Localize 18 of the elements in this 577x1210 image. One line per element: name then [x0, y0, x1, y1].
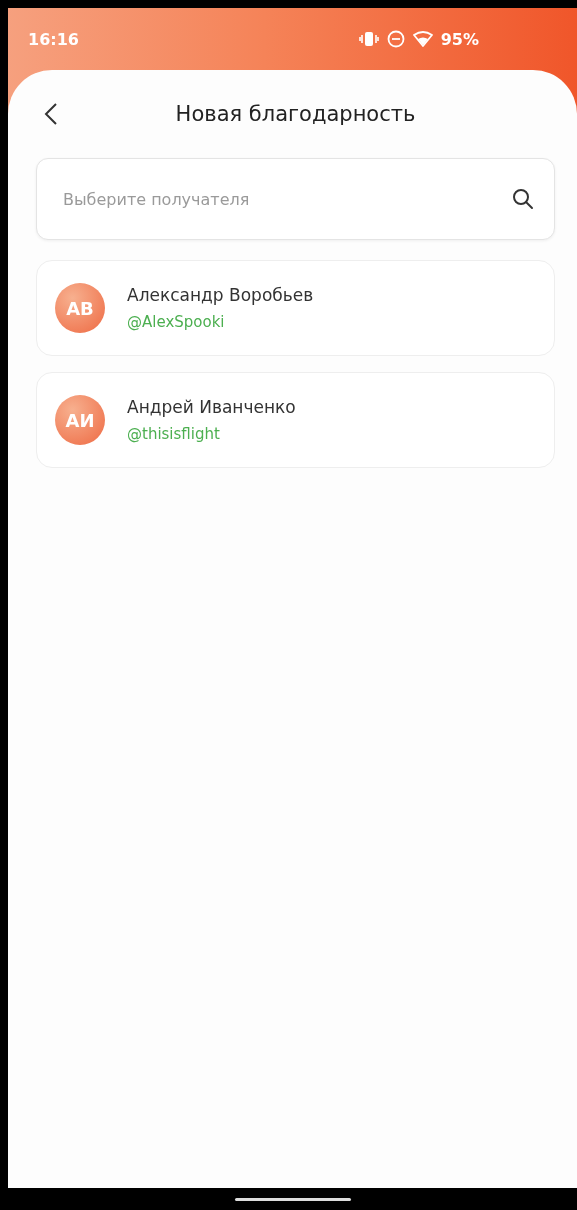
avatar: АИ [55, 395, 105, 445]
status-time: 16:16 [28, 29, 80, 49]
recipient-handle: @thisisflight [127, 425, 221, 443]
home-indicator[interactable] [234, 1197, 351, 1201]
recipient-card[interactable]: АВ Александр Воробьев @AlexSpooki [36, 260, 555, 356]
do-not-disturb-icon [386, 30, 405, 48]
search-bar[interactable]: Выберите получателя [36, 158, 555, 240]
search-icon[interactable] [512, 188, 534, 210]
recipient-name: Андрей Иванченко [127, 397, 296, 417]
vibrate-icon [358, 31, 379, 47]
search-input[interactable]: Выберите получателя [61, 188, 512, 210]
recipient-handle: @AlexSpooki [127, 313, 226, 331]
recipient-card[interactable]: АИ Андрей Иванченко @thisisflight [36, 372, 555, 468]
wifi-icon [412, 31, 433, 47]
recipient-name: Александр Воробьев [127, 285, 314, 305]
battery-level: 95% [440, 29, 479, 49]
page-title: Новая благодарность [175, 102, 416, 126]
avatar: АВ [55, 283, 105, 333]
